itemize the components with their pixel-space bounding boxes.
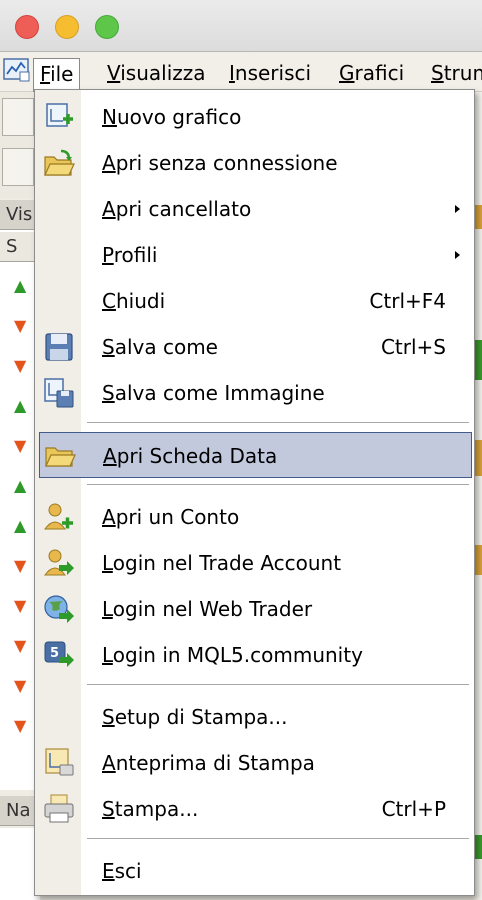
menu-item-label: Salva come [102, 335, 218, 359]
submenu-arrow-icon [455, 251, 460, 259]
menu-item-shortcut: Ctrl+S [380, 335, 446, 359]
menu-item-chiudi[interactable]: Chiudi Ctrl+F4 [39, 278, 472, 324]
menu-item-label: Setup di Stampa... [102, 705, 288, 729]
zoom-window-button[interactable] [95, 15, 119, 39]
menu-inserisci[interactable]: Inserisci [223, 58, 317, 92]
menu-visualizza[interactable]: Visualizza [101, 58, 212, 92]
menu-item-label: Profili [102, 243, 158, 267]
open-offline-folder-icon [44, 149, 75, 176]
chart-mark [474, 340, 482, 380]
menu-item-login-web-trader[interactable]: Login nel Web Trader [39, 586, 472, 632]
menu-item-label: Salva come Immagine [102, 381, 325, 405]
menu-item-anteprima-stampa[interactable]: Anteprima di Stampa [39, 740, 472, 786]
arrow-down-icon: ▼ [14, 676, 27, 695]
user-add-icon [44, 503, 73, 530]
app-chart-icon[interactable] [2, 55, 32, 85]
menu-item-shortcut: Ctrl+P [381, 797, 446, 821]
arrow-down-icon: ▼ [14, 436, 27, 455]
menu-item-label: Stampa... [102, 797, 199, 821]
menu-item-login-mql5[interactable]: 5 Login in MQL5.community [39, 632, 472, 678]
menu-item-apri-senza-connessione[interactable]: Apri senza connessione [39, 140, 472, 186]
menu-item-setup-stampa[interactable]: Setup di Stampa... [39, 694, 472, 740]
menu-separator [87, 838, 469, 840]
new-chart-icon [46, 103, 73, 127]
arrow-down-icon: ▼ [14, 716, 27, 735]
window-titlebar [0, 0, 482, 52]
menu-grafici[interactable]: Grafici [333, 58, 410, 92]
menu-separator [87, 684, 469, 686]
submenu-arrow-icon [455, 205, 460, 213]
chart-mark [474, 205, 482, 229]
menu-item-salva-come[interactable]: Salva come Ctrl+S [39, 324, 472, 370]
menu-item-label: Anteprima di Stampa [102, 751, 315, 775]
menu-item-label: Chiudi [102, 289, 166, 313]
user-login-icon [44, 549, 74, 576]
menu-item-label: Apri Scheda Data [103, 444, 278, 468]
menu-item-shortcut: Ctrl+F4 [369, 289, 446, 313]
printer-icon [44, 794, 74, 823]
menu-item-label: Apri un Conto [102, 505, 240, 529]
menu-item-apri-un-conto[interactable]: Apri un Conto [39, 494, 472, 540]
menu-separator [87, 422, 469, 424]
toolbar-button[interactable] [2, 148, 34, 186]
menu-item-label: Esci [102, 859, 142, 883]
save-image-icon [44, 378, 74, 408]
arrow-down-icon: ▼ [14, 556, 27, 575]
menu-item-label: Login nel Web Trader [102, 597, 313, 621]
arrow-down-icon: ▼ [14, 316, 27, 335]
print-preview-icon [45, 748, 74, 776]
menu-item-stampa[interactable]: Stampa... Ctrl+P [39, 786, 472, 832]
folder-icon [45, 447, 76, 467]
menu-item-apri-scheda-data[interactable]: Apri Scheda Data [39, 432, 472, 478]
arrow-up-icon: ▲ [14, 476, 27, 495]
chart-mark [474, 835, 482, 859]
arrow-down-icon: ▼ [14, 636, 27, 655]
arrow-up-icon: ▲ [14, 516, 27, 535]
menu-item-label: Login in MQL5.community [102, 643, 363, 667]
menu-item-label: Apri senza connessione [102, 151, 338, 175]
menu-item-label: Nuovo grafico [102, 105, 242, 129]
menu-item-label: Login nel Trade Account [102, 551, 342, 575]
menu-item-esci[interactable]: Esci [39, 848, 472, 894]
arrow-up-icon: ▲ [14, 396, 27, 415]
menu-bar: File Visualizza Inserisci Grafici Strum [0, 52, 482, 92]
arrow-down-icon: ▼ [14, 596, 27, 615]
mql5-icon: 5 [44, 641, 74, 667]
menu-item-salva-come-immagine[interactable]: Salva come Immagine [39, 370, 472, 416]
arrow-down-icon: ▼ [14, 356, 27, 375]
menu-item-apri-cancellato[interactable]: Apri cancellato [39, 186, 472, 232]
menu-separator [87, 484, 469, 486]
file-menu-dropdown: Nuovo grafico Apri senza connessione Apr… [34, 89, 475, 896]
floppy-disk-icon [45, 333, 73, 361]
close-window-button[interactable] [15, 15, 39, 39]
chart-mark [474, 545, 482, 575]
menu-strumenti[interactable]: Strum [425, 58, 482, 92]
web-globe-icon [44, 595, 74, 623]
menu-item-label: Apri cancellato [102, 197, 252, 221]
toolbar-button[interactable] [2, 98, 34, 136]
menu-item-login-trade-account[interactable]: Login nel Trade Account [39, 540, 472, 586]
chart-mark [474, 440, 482, 476]
minimize-window-button[interactable] [55, 15, 79, 39]
arrow-up-icon: ▲ [14, 276, 27, 295]
menu-item-nuovo-grafico[interactable]: Nuovo grafico [39, 94, 472, 140]
svg-text:5: 5 [50, 646, 59, 661]
menu-file[interactable]: File [33, 58, 81, 92]
menu-item-profili[interactable]: Profili [39, 232, 472, 278]
